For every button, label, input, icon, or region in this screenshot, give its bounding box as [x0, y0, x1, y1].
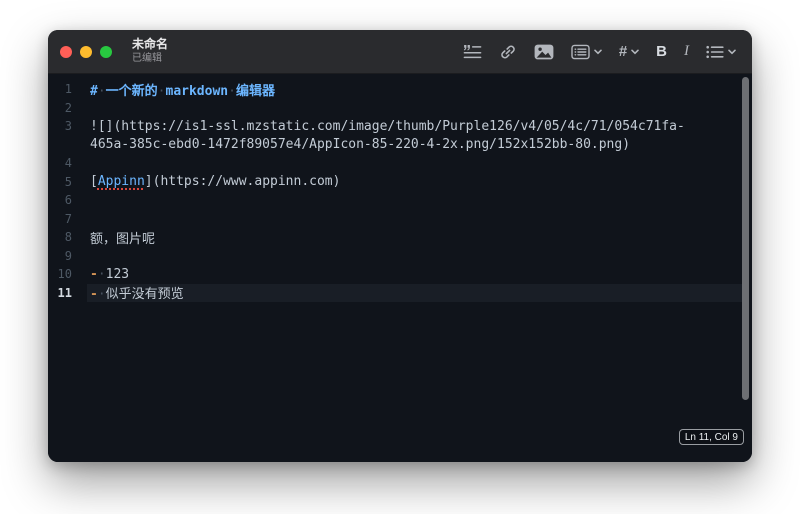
- traffic-lights: [60, 45, 112, 58]
- cursor-position-badge: Ln 11, Col 9: [678, 429, 744, 445]
- line-content: 465a-385c-ebd0-1472f89057e4/AppIcon-85-2…: [90, 137, 631, 153]
- blockquote-button[interactable]: [463, 44, 482, 59]
- editor-line[interactable]: 2: [48, 99, 742, 118]
- line-number: 10: [57, 267, 72, 282]
- callout-list-button[interactable]: [571, 44, 602, 60]
- image-button[interactable]: [534, 44, 554, 60]
- editor-line[interactable]: 5 [Appinn](https://www.appinn.com): [48, 173, 742, 192]
- line-number: 1: [64, 82, 72, 97]
- line-number: 9: [64, 248, 72, 263]
- editor-line[interactable]: 9: [48, 247, 742, 266]
- chevron-down-icon: [594, 49, 602, 54]
- link-button[interactable]: [499, 43, 517, 61]
- line-content: ![](https://is1-ssl.mzstatic.com/image/t…: [90, 118, 685, 134]
- list-icon: [706, 45, 724, 58]
- scrollbar-thumb[interactable]: [742, 77, 749, 400]
- blockquote-icon: [463, 45, 482, 59]
- heading-icon: #: [618, 43, 628, 60]
- line-number: 6: [64, 193, 72, 208]
- line-content: -·似乎没有预览: [90, 287, 184, 303]
- document-edited-status: 已编辑: [132, 53, 162, 65]
- editor-line[interactable]: 7: [48, 210, 742, 229]
- chevron-down-icon: [728, 49, 736, 54]
- image-icon: [534, 44, 554, 59]
- chevron-down-icon: [631, 49, 639, 54]
- line-content: 额，图片呢: [90, 231, 156, 247]
- table-of-contents-icon: [571, 44, 590, 59]
- editor-lines: 1 #·一个新的·markdown·编辑器 2 3 ![](https://is1-ss…: [48, 74, 752, 302]
- line-number: 8: [64, 230, 72, 245]
- editor-line[interactable]: 1 #·一个新的·markdown·编辑器: [48, 80, 742, 99]
- list-button[interactable]: [706, 45, 736, 59]
- editor-area[interactable]: 1 #·一个新的·markdown·编辑器 2 3 ![](https://is1-ss…: [48, 74, 752, 462]
- heading-button[interactable]: #: [619, 43, 639, 60]
- editor-line[interactable]: 8 额，图片呢: [48, 228, 742, 247]
- editor-line[interactable]: 6: [48, 191, 742, 210]
- toolbar: # B I: [463, 43, 736, 61]
- line-content: #·一个新的·markdown·编辑器: [90, 83, 275, 99]
- editor-line[interactable]: 465a-385c-ebd0-1472f89057e4/AppIcon-85-2…: [48, 136, 742, 155]
- editor-line[interactable]: 3 ![](https://is1-ssl.mzstatic.com/image/…: [48, 117, 742, 136]
- editor-line[interactable]: 4: [48, 154, 742, 173]
- close-button[interactable]: [60, 45, 72, 58]
- line-number: 2: [64, 100, 72, 115]
- link-icon: [501, 45, 515, 58]
- markdown-editor-window: 未命名 已编辑 # B I 1 #·一个新的·markdown·编辑器 2 3 …: [48, 30, 752, 462]
- title-block: 未命名 已编辑: [132, 37, 169, 65]
- titlebar[interactable]: 未命名 已编辑 # B I: [48, 30, 752, 74]
- line-content: [Appinn](https://www.appinn.com): [90, 174, 341, 190]
- editor-line[interactable]: 10 -·123: [48, 265, 742, 284]
- line-number: 4: [64, 156, 72, 171]
- minimize-button[interactable]: [80, 45, 92, 58]
- italic-icon: I: [684, 43, 689, 59]
- line-content: -·123: [90, 266, 130, 282]
- italic-button[interactable]: I: [684, 43, 689, 60]
- line-number: 11: [57, 285, 72, 300]
- editor-line[interactable]: 11 -·似乎没有预览: [48, 283, 742, 303]
- window-title: 未命名: [132, 37, 169, 52]
- line-number: 3: [64, 119, 72, 134]
- line-number: 7: [64, 211, 72, 226]
- fullscreen-button[interactable]: [100, 45, 112, 58]
- line-number: 5: [64, 174, 72, 189]
- bold-icon: B: [656, 43, 667, 60]
- bold-button[interactable]: B: [656, 43, 667, 60]
